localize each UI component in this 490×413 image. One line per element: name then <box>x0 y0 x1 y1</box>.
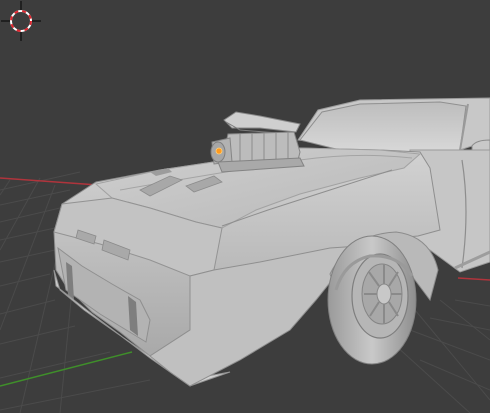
hub-cap <box>376 283 392 305</box>
object-origin-icon <box>215 147 223 155</box>
3d-cursor-icon[interactable] <box>0 0 42 42</box>
supercharger[interactable] <box>210 111 305 173</box>
3d-viewport[interactable] <box>0 0 490 413</box>
blower-scoop <box>223 111 301 133</box>
y-axis-line <box>0 351 133 387</box>
viewport-scene[interactable] <box>0 0 490 413</box>
x-axis-line-right <box>457 277 490 281</box>
